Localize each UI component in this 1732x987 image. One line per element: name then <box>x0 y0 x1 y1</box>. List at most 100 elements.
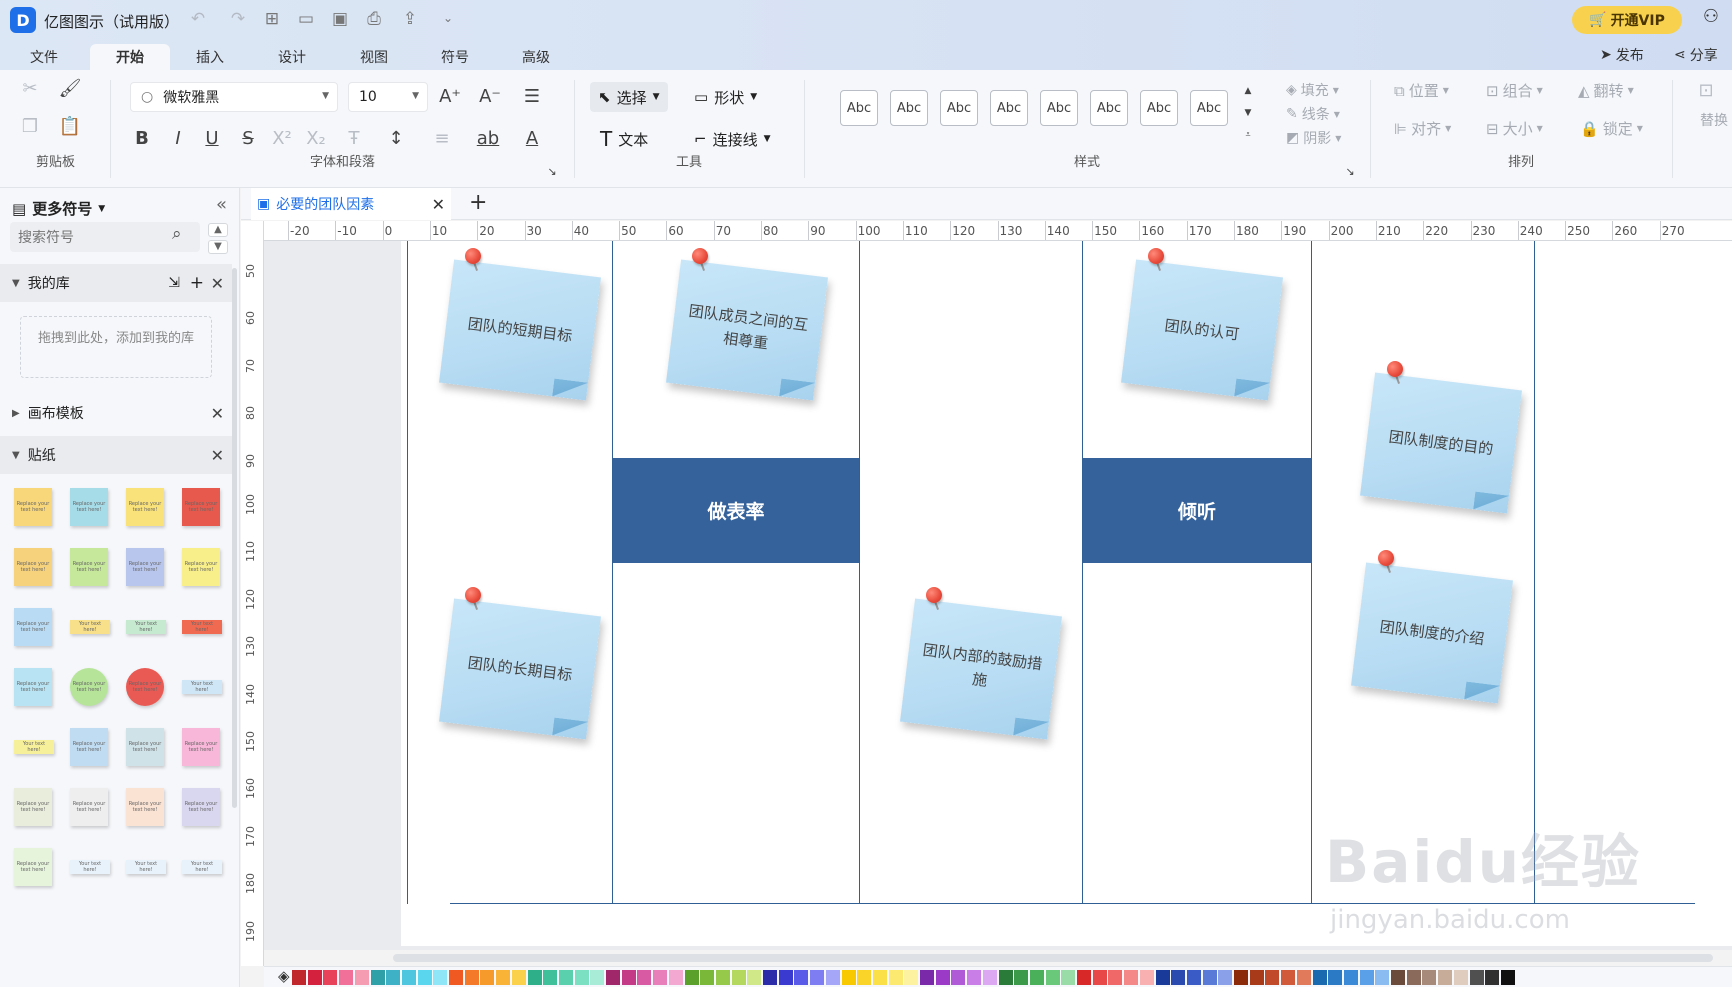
fill-button[interactable]: ◈ 填充 ▼ <box>1286 80 1339 100</box>
color-swatch[interactable] <box>401 970 416 985</box>
color-swatch[interactable] <box>857 970 872 985</box>
tab-design[interactable]: 设计 <box>262 44 322 70</box>
color-swatch[interactable] <box>778 970 793 985</box>
color-swatch[interactable] <box>810 970 825 985</box>
redo-icon[interactable]: ↷ <box>226 9 250 29</box>
sticker-thumbnail[interactable]: Your text here! <box>182 620 222 634</box>
sticker-thumbnail[interactable]: Replace your text here! <box>14 548 52 586</box>
color-swatch[interactable] <box>307 970 322 985</box>
color-swatch[interactable] <box>888 970 903 985</box>
text-tool-button[interactable]: T 文本 <box>592 124 656 154</box>
color-swatch[interactable] <box>1108 970 1123 985</box>
color-swatch[interactable] <box>1045 970 1060 985</box>
color-swatch[interactable] <box>1312 970 1327 985</box>
sticky-note[interactable]: 团队成员之间的互相尊重 <box>665 259 829 401</box>
vip-button[interactable]: 🛒 开通VIP <box>1572 6 1682 34</box>
color-swatch[interactable] <box>920 970 934 985</box>
new-file-icon[interactable]: ⊞ <box>260 9 284 29</box>
underline-icon[interactable]: U <box>198 126 226 152</box>
color-swatch[interactable] <box>1155 970 1170 985</box>
color-swatch[interactable] <box>904 970 919 985</box>
color-swatch[interactable] <box>1234 970 1248 985</box>
tab-view[interactable]: 视图 <box>344 44 404 70</box>
sidebar-scrollbar[interactable] <box>232 268 237 808</box>
font-size-select[interactable]: 10 ▼ <box>348 82 428 112</box>
style-dialog-launcher-icon[interactable]: ↘ <box>1342 164 1358 180</box>
color-swatch[interactable] <box>967 970 982 985</box>
band-listening[interactable]: 倾听 <box>1083 458 1311 563</box>
sticky-note[interactable]: 团队的长期目标 <box>438 598 602 740</box>
sticker-thumbnail[interactable]: Your text here! <box>70 860 110 874</box>
sticker-thumbnail[interactable]: Replace your text here! <box>126 788 164 826</box>
color-swatch[interactable] <box>1265 970 1280 985</box>
color-swatch[interactable] <box>480 970 495 985</box>
close-icon[interactable]: ✕ <box>211 446 224 465</box>
color-swatch[interactable] <box>574 970 589 985</box>
flip-button[interactable]: ◭ 翻转 ▼ <box>1578 80 1634 101</box>
save-icon[interactable]: ▣ <box>328 9 352 29</box>
sticky-note[interactable]: 团队内部的鼓励措施 <box>899 598 1063 740</box>
tab-symbol[interactable]: 符号 <box>425 44 485 70</box>
library-title[interactable]: ▤ 更多符号 ▼ <box>12 198 105 219</box>
color-swatch[interactable] <box>1343 970 1358 985</box>
color-swatch[interactable] <box>1375 970 1390 985</box>
color-swatch[interactable] <box>558 970 573 985</box>
select-tool-button[interactable]: ⬉ 选择 ▼ <box>590 82 668 112</box>
color-swatch[interactable] <box>1391 970 1405 985</box>
color-swatch[interactable] <box>1124 970 1139 985</box>
font-family-select[interactable]: ○ 微软雅黑 ▼ <box>130 82 338 112</box>
color-swatch[interactable] <box>449 970 463 985</box>
highlight-icon[interactable]: ab <box>474 126 502 152</box>
close-tab-icon[interactable]: ✕ <box>432 195 445 214</box>
style-preset-4[interactable]: Abc <box>990 90 1028 126</box>
sticker-thumbnail[interactable]: Replace your text here! <box>126 548 164 586</box>
sticker-thumbnail[interactable]: Replace your text here! <box>70 788 108 826</box>
tab-home[interactable]: 开始 <box>90 44 170 70</box>
color-swatch[interactable] <box>1218 970 1233 985</box>
close-icon[interactable]: ✕ <box>211 274 224 293</box>
color-swatch[interactable] <box>825 970 840 985</box>
scroll-up-icon[interactable]: ▲ <box>208 223 228 237</box>
sticker-thumbnail[interactable]: Replace your text here! <box>126 668 164 706</box>
sticker-thumbnail[interactable]: Replace your text here! <box>70 728 108 766</box>
position-button[interactable]: ⧉ 位置 ▼ <box>1394 80 1449 101</box>
copy-icon[interactable]: ❐ <box>16 114 44 140</box>
font-color-icon[interactable]: A <box>518 126 546 152</box>
tab-file[interactable]: 文件 <box>14 44 74 70</box>
sticker-thumbnail[interactable]: Replace your text here! <box>14 788 52 826</box>
band-lead-by-example[interactable]: 做表率 <box>613 458 859 563</box>
color-swatch[interactable] <box>606 970 620 985</box>
color-swatch[interactable] <box>1438 970 1453 985</box>
color-swatch[interactable] <box>1406 970 1421 985</box>
sticker-thumbnail[interactable]: Replace your text here! <box>14 848 52 886</box>
my-library-section[interactable]: ▼ 我的库 ⇲ + ✕ <box>0 264 232 302</box>
color-swatch[interactable] <box>998 970 1013 985</box>
color-swatch[interactable] <box>1328 970 1343 985</box>
undo-icon[interactable]: ↶ <box>186 9 210 29</box>
size-button[interactable]: ⊟ 大小 ▼ <box>1486 118 1543 139</box>
stickers-section[interactable]: ▼ 贴纸 ✕ <box>0 436 232 474</box>
sticker-thumbnail[interactable]: Replace your text here! <box>14 668 52 706</box>
color-swatch[interactable] <box>763 970 777 985</box>
lock-button[interactable]: 🔒 锁定 ▼ <box>1580 118 1643 139</box>
color-swatch[interactable] <box>841 970 856 985</box>
sticky-note[interactable]: 团队制度的目的 <box>1359 372 1523 514</box>
sticker-thumbnail[interactable]: Replace your text here! <box>182 488 220 526</box>
color-swatch[interactable] <box>417 970 432 985</box>
sticker-thumbnail[interactable]: Replace your text here! <box>70 488 108 526</box>
close-icon[interactable]: ✕ <box>211 404 224 423</box>
add-tab-icon[interactable]: + <box>469 190 487 215</box>
cut-icon[interactable]: ✂ <box>16 76 44 102</box>
decrease-font-icon[interactable]: A⁻ <box>476 84 504 110</box>
sticker-thumbnail[interactable]: Replace your text here! <box>182 728 220 766</box>
print-icon[interactable]: ⎙ <box>362 9 386 29</box>
color-swatch[interactable] <box>731 970 746 985</box>
style-preset-7[interactable]: Abc <box>1140 90 1178 126</box>
sticky-note[interactable]: 团队的认可 <box>1120 259 1284 401</box>
line-button[interactable]: ✎ 线条 ▼ <box>1286 104 1340 124</box>
color-swatch[interactable] <box>1296 970 1311 985</box>
color-swatch[interactable] <box>527 970 542 985</box>
color-swatch[interactable] <box>1092 970 1107 985</box>
color-swatch[interactable] <box>715 970 730 985</box>
color-swatch[interactable] <box>1202 970 1217 985</box>
